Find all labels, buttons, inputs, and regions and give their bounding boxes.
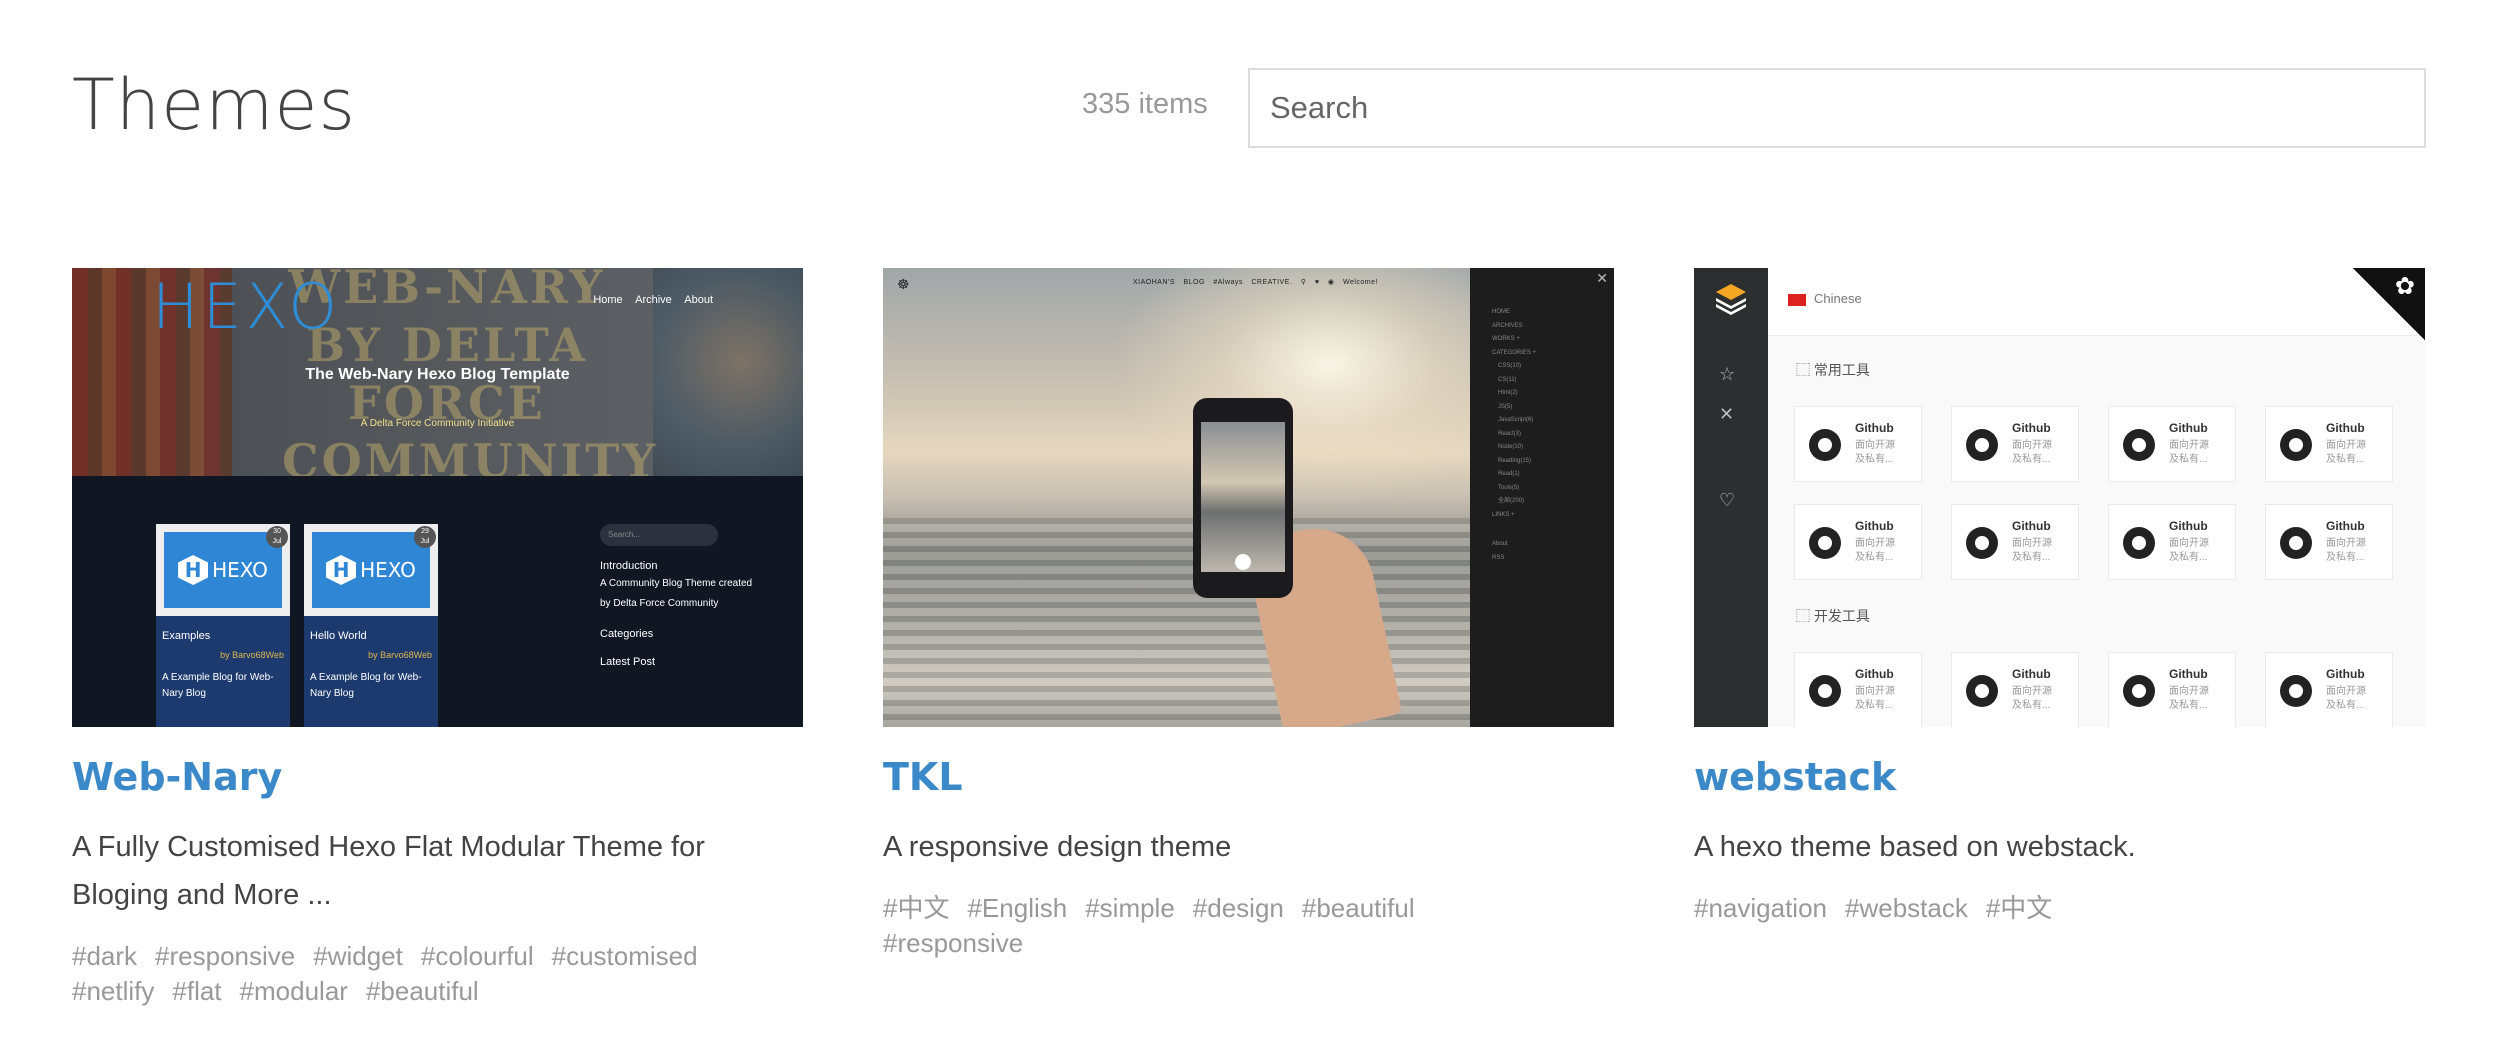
github-icon <box>2123 429 2155 461</box>
tag-link[interactable]: #widget <box>313 939 403 974</box>
close-icon: ✕ <box>1596 270 1608 286</box>
tag-link[interactable]: #中文 <box>883 891 949 926</box>
preview-section-title: ⬚ 开发工具 <box>1796 608 1870 624</box>
star-icon: ☆ <box>1719 364 1736 384</box>
preview-hero-title: The Web-Nary Hexo Blog Template <box>305 366 570 383</box>
hexo-icon: H <box>326 555 357 585</box>
github-corner: ✿ <box>2353 268 2425 340</box>
preview-link-card: Github 面向开源 及私有... <box>2265 406 2393 482</box>
github-icon <box>2280 527 2312 559</box>
preview-topbar: Chinese <box>1768 268 2425 336</box>
page-title: Themes <box>72 64 356 146</box>
theme-card: ☸ XIAOHAN'S BLOG #Always CREATIVE. ⚲ ♥ ◉… <box>883 268 1614 961</box>
preview-link-card: Github 面向开源 及私有... <box>2108 652 2236 727</box>
theme-preview-image[interactable]: ☆ ✕ ♡ Chinese ✿ ⬚ 常用工具 ⬚ 开发工具 Github 面向开源… <box>1694 268 2425 727</box>
theme-card: ☆ ✕ ♡ Chinese ✿ ⬚ 常用工具 ⬚ 开发工具 Github 面向开源… <box>1694 268 2425 926</box>
tag-link[interactable]: #navigation <box>1694 891 1827 926</box>
date-badge: 29 Jul <box>414 526 436 548</box>
layers-icon <box>1716 284 1746 315</box>
heart-icon: ♡ <box>1719 490 1736 510</box>
preview-link-card: Github 面向开源 及私有... <box>2265 652 2393 727</box>
preview-link-card: Github 面向开源 及私有... <box>1951 652 2079 727</box>
github-icon <box>1809 527 1841 559</box>
theme-name-link[interactable]: webstack <box>1694 751 2425 803</box>
tag-link[interactable]: #simple <box>1085 891 1175 926</box>
theme-name-link[interactable]: TKL <box>883 751 1614 803</box>
tag-link[interactable]: #webstack <box>1845 891 1968 926</box>
preview-section-title: ⬚ 常用工具 <box>1796 362 1870 378</box>
preview-link-card: Github 面向开源 及私有... <box>1951 406 2079 482</box>
github-icon <box>2280 675 2312 707</box>
preview-link-card: Github 面向开源 及私有... <box>1794 504 1922 580</box>
preview-link-card: Github 面向开源 及私有... <box>2108 504 2236 580</box>
github-icon <box>1809 429 1841 461</box>
preview-sidebar: Search... Introduction A Community Blog … <box>600 524 760 670</box>
page-header: Themes 335 items <box>72 60 2426 150</box>
preview-link-card: Github 面向开源 及私有... <box>2108 406 2236 482</box>
date-badge: 30 Jul <box>266 526 288 548</box>
preview-hero-subtitle: A Delta Force Community Initiative <box>360 418 515 429</box>
preview-link-card: Github 面向开源 及私有... <box>2265 504 2393 580</box>
preview-link-card: Github 面向开源 及私有... <box>1794 652 1922 727</box>
theme-preview-image[interactable]: WEB-NARY BY DELTA FORCE COMMUNITY HEXO H… <box>72 268 803 727</box>
preview-link-card: Github 面向开源 及私有... <box>1951 504 2079 580</box>
theme-tags: #中文 #English #simple #design #beautiful #resp… <box>883 891 1614 961</box>
theme-tags: #navigation #webstack #中文 <box>1694 891 2425 926</box>
tag-link[interactable]: #modular <box>240 974 348 1009</box>
tag-link[interactable]: #colourful <box>421 939 534 974</box>
china-flag-icon <box>1788 294 1806 306</box>
theme-description: A Fully Customised Hexo Flat Modular The… <box>72 831 705 911</box>
cat-logo-icon: ☸ <box>897 276 910 292</box>
preview-nav: Home Archive About <box>593 294 713 306</box>
tag-link[interactable]: #English <box>967 891 1067 926</box>
theme-card: WEB-NARY BY DELTA FORCE COMMUNITY HEXO H… <box>72 268 803 1009</box>
preview-side-menu: ✕ HOME ARCHIVES WORKS + CATEGORIES + CSS… <box>1470 268 1614 727</box>
github-icon <box>1966 527 1998 559</box>
tag-link[interactable]: #beautiful <box>1302 891 1415 926</box>
hexo-icon: H <box>178 555 209 585</box>
theme-name-link[interactable]: Web-Nary <box>72 751 803 803</box>
octocat-icon: ✿ <box>2394 273 2415 300</box>
tag-link[interactable]: #design <box>1193 891 1284 926</box>
preview-logo: HEXO <box>152 270 342 343</box>
tag-link[interactable]: #dark <box>72 939 137 974</box>
search-input[interactable] <box>1248 68 2426 148</box>
preview-link-card: Github 面向开源 及私有... <box>1794 406 1922 482</box>
tag-link[interactable]: #flat <box>172 974 221 1009</box>
tag-link[interactable]: #beautiful <box>366 974 479 1009</box>
tag-link[interactable]: #netlify <box>72 974 154 1009</box>
github-icon <box>2123 527 2155 559</box>
tag-link[interactable]: #responsive <box>883 926 1023 961</box>
preview-body: H HEXO 30 Jul Examples by Barvo68Web A Exa… <box>72 476 803 727</box>
tools-icon: ✕ <box>1719 404 1735 424</box>
github-icon <box>2123 675 2155 707</box>
tag-link[interactable]: #customised <box>552 939 698 974</box>
tag-link[interactable]: #responsive <box>155 939 295 974</box>
phone-image <box>1193 398 1293 598</box>
theme-description: A responsive design theme <box>883 831 1232 863</box>
preview-header: ☸ XIAOHAN'S BLOG #Always CREATIVE. ⚲ ♥ ◉… <box>897 276 1378 292</box>
github-icon <box>1809 675 1841 707</box>
github-icon <box>2280 429 2312 461</box>
theme-description: A hexo theme based on webstack. <box>1694 831 2136 863</box>
theme-preview-image[interactable]: ☸ XIAOHAN'S BLOG #Always CREATIVE. ⚲ ♥ ◉… <box>883 268 1614 727</box>
github-icon <box>1966 675 1998 707</box>
items-count: 335 items <box>1082 88 1208 120</box>
preview-sidebar: ☆ ✕ ♡ <box>1694 268 1768 727</box>
preview-post: H HEXO 29 Jul Hello World by Barvo68Web A … <box>304 524 438 727</box>
github-icon <box>1966 429 1998 461</box>
tag-link[interactable]: #中文 <box>1986 891 2052 926</box>
preview-post: H HEXO 30 Jul Examples by Barvo68Web A Exa… <box>156 524 290 727</box>
theme-tags: #dark #responsive #widget #colourful #custom… <box>72 939 803 1009</box>
